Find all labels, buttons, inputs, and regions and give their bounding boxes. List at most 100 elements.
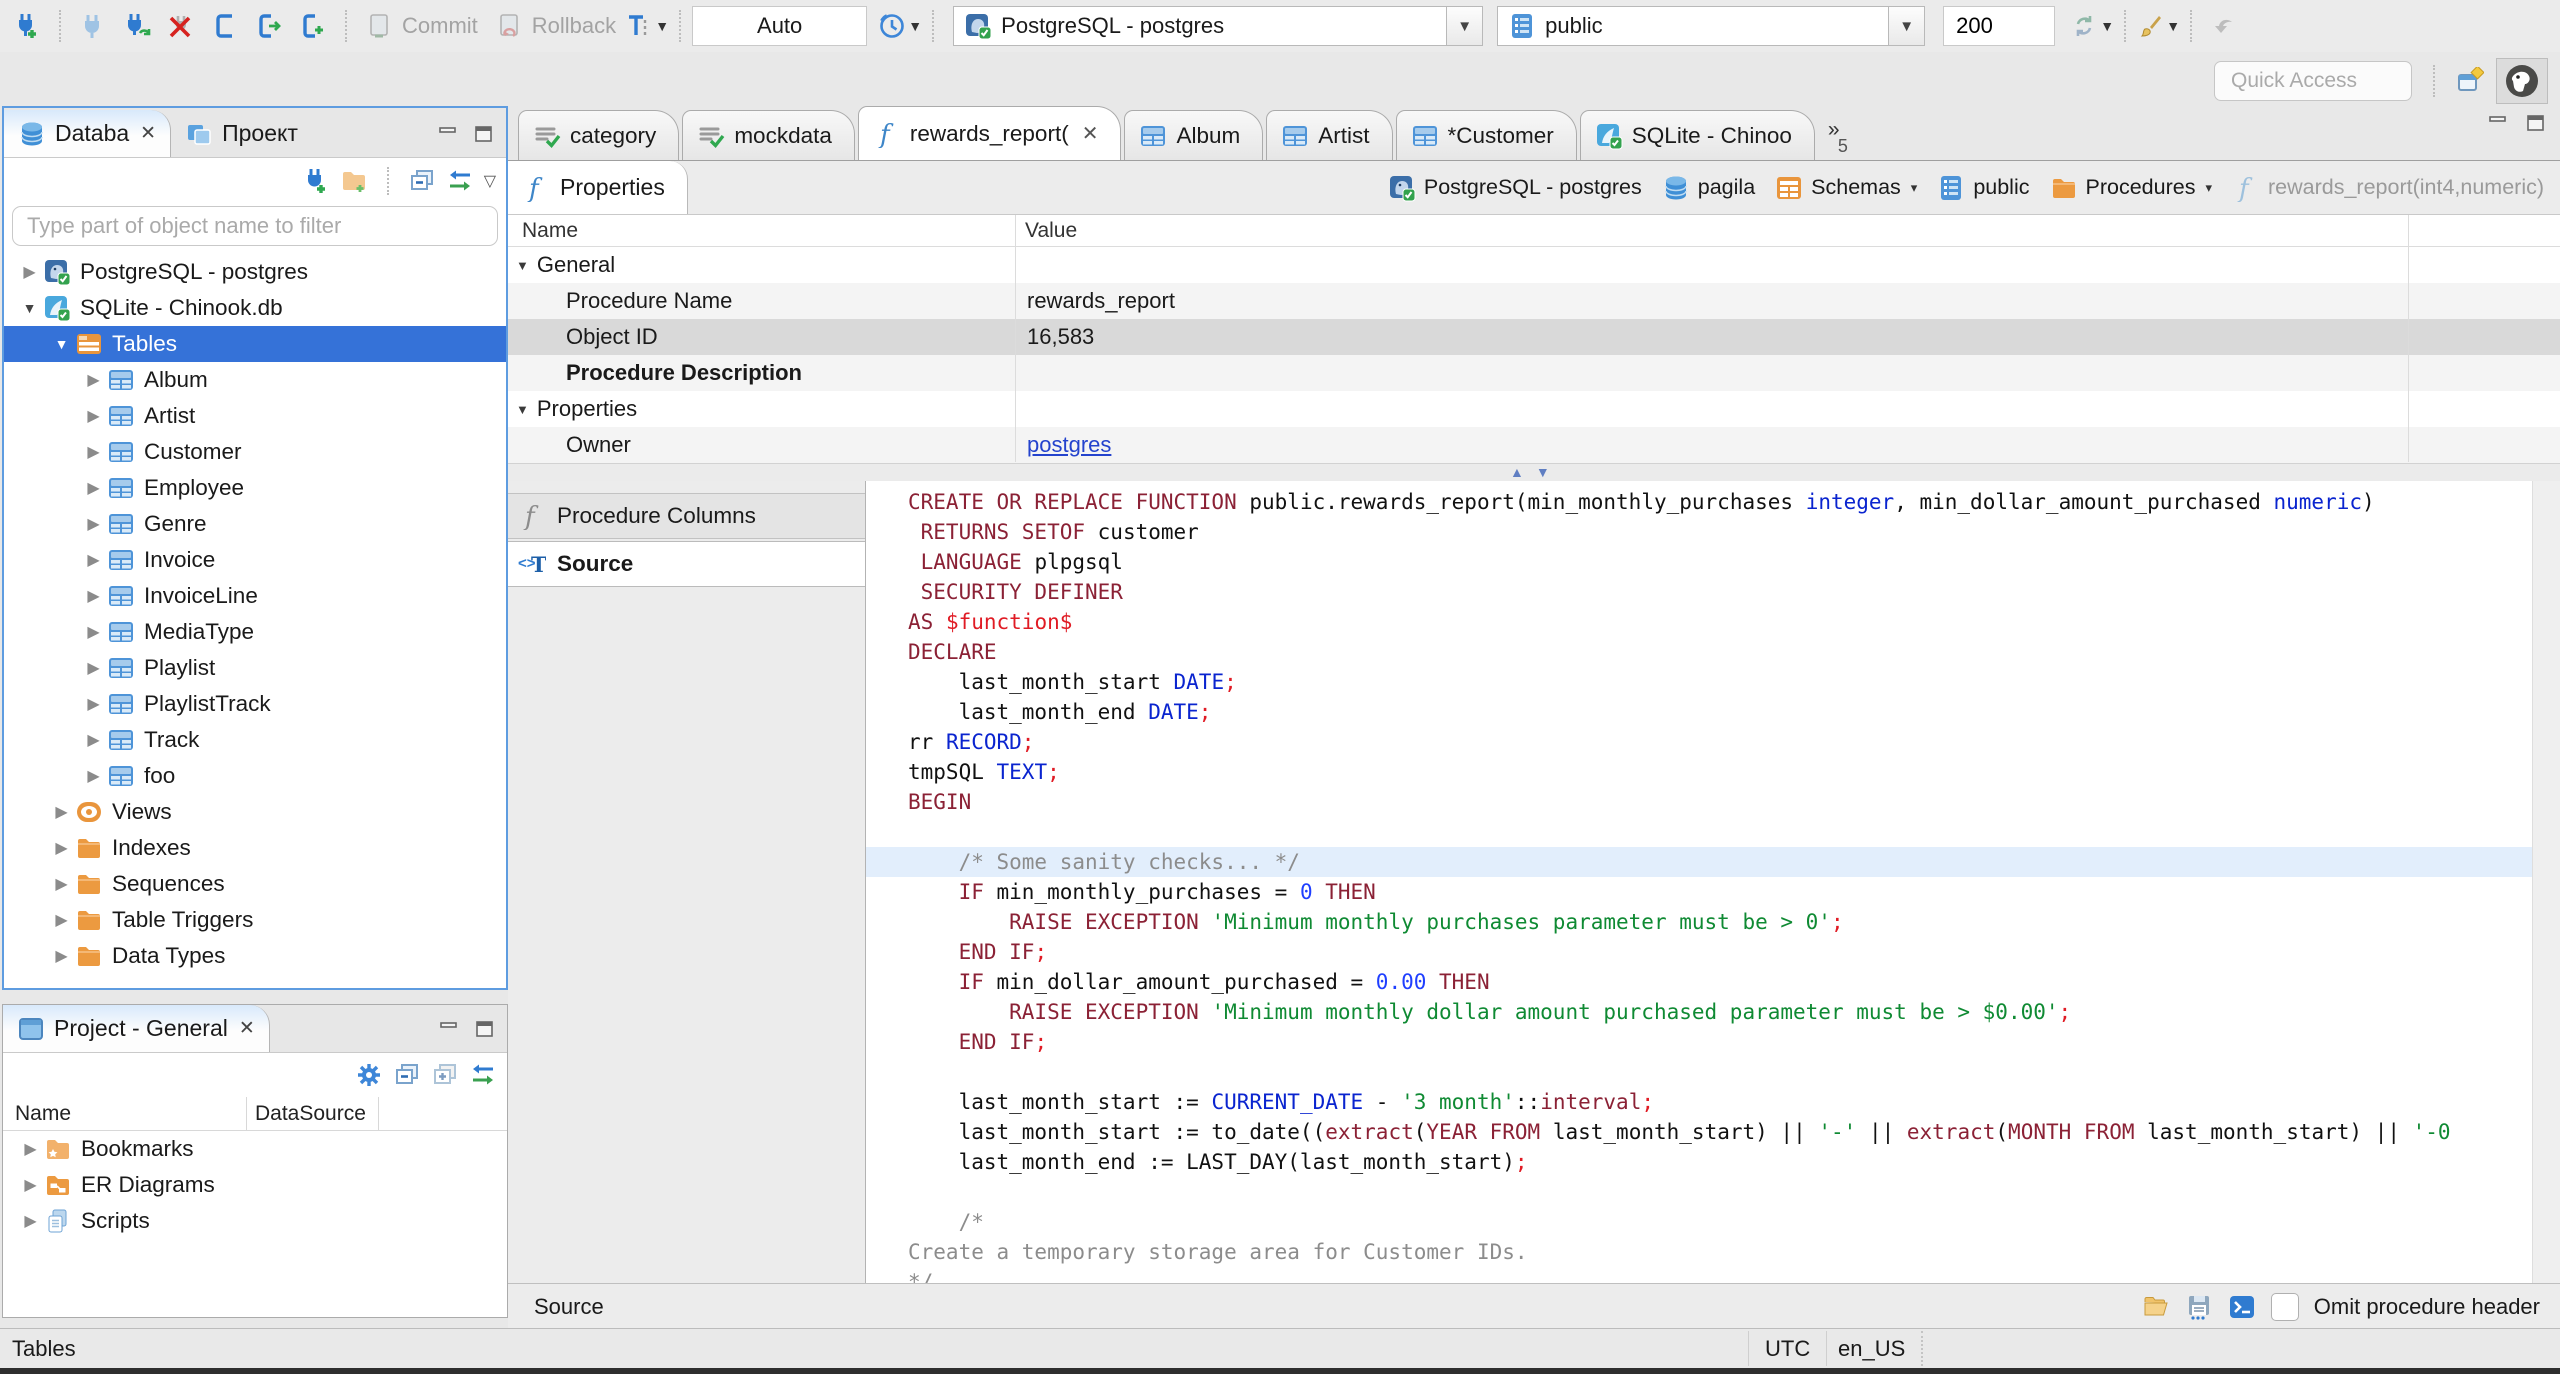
txn-mode-select[interactable]: Auto bbox=[692, 6, 868, 46]
chevron-collapsed-icon[interactable]: ▶ bbox=[80, 478, 107, 498]
rollback-button[interactable] bbox=[488, 5, 530, 47]
collapse-all-icon[interactable] bbox=[408, 167, 436, 195]
link-with-editor-icon[interactable] bbox=[446, 167, 474, 195]
project-item-er-diagrams[interactable]: ▶ ER Diagrams bbox=[3, 1167, 507, 1203]
disconnect-button[interactable] bbox=[160, 5, 202, 47]
subtab-source[interactable]: <> T Source bbox=[508, 541, 865, 587]
console-icon[interactable] bbox=[2228, 1293, 2256, 1321]
object-filter-field[interactable] bbox=[12, 206, 498, 246]
tree-item-playlisttrack[interactable]: ▶ PlaylistTrack bbox=[4, 686, 506, 722]
breadcrumb-item-rewards-report-int4-numeric[interactable]: f rewards_report(int4,numeric) bbox=[2232, 174, 2544, 202]
minimize-view-icon[interactable] bbox=[436, 123, 460, 147]
new-folder-icon[interactable] bbox=[340, 167, 368, 195]
chevron-expanded-icon[interactable]: ▼ bbox=[48, 336, 75, 352]
undo-button[interactable] bbox=[2203, 5, 2245, 47]
view-menu-icon[interactable]: ▽ bbox=[484, 171, 496, 191]
tree-item-invoiceline[interactable]: ▶ InvoiceLine bbox=[4, 578, 506, 614]
fetch-size-field[interactable] bbox=[1943, 6, 2056, 46]
quick-access-input[interactable] bbox=[2215, 69, 2411, 93]
tree-item-album[interactable]: ▶ Album bbox=[4, 362, 506, 398]
combo-arrow-icon[interactable]: ▼ bbox=[1446, 7, 1483, 45]
chevron-collapsed-icon[interactable]: ▶ bbox=[48, 802, 75, 822]
chevron-expanded-icon[interactable]: ▼ bbox=[516, 258, 529, 273]
open-file-icon[interactable] bbox=[2142, 1293, 2170, 1321]
format-button[interactable]: ▼ bbox=[2137, 5, 2180, 47]
chevron-expanded-icon[interactable]: ▼ bbox=[16, 300, 43, 316]
history-button[interactable]: ▼ bbox=[879, 5, 922, 47]
tree-item-artist[interactable]: ▶ Artist bbox=[4, 398, 506, 434]
tab-projects[interactable]: Проект bbox=[171, 110, 312, 157]
status-locale[interactable]: en_US bbox=[1822, 1331, 1924, 1366]
collapse-all-icon[interactable] bbox=[393, 1061, 421, 1089]
chevron-expanded-icon[interactable]: ▼ bbox=[516, 402, 529, 417]
dbeaver-perspective-button[interactable] bbox=[2496, 58, 2548, 104]
tab-project-general[interactable]: Project - General ✕ bbox=[3, 1005, 270, 1052]
chevron-down-icon[interactable]: ▾ bbox=[2205, 180, 2212, 196]
chevron-collapsed-icon[interactable]: ▶ bbox=[80, 730, 107, 750]
chevron-collapsed-icon[interactable]: ▶ bbox=[48, 946, 75, 966]
gear-icon[interactable] bbox=[355, 1061, 383, 1089]
tab-properties[interactable]: f Properties bbox=[508, 161, 688, 214]
breadcrumb-item-postgresql-postgres[interactable]: PostgreSQL - postgres bbox=[1388, 174, 1642, 202]
tree-item-playlist[interactable]: ▶ Playlist bbox=[4, 650, 506, 686]
editor-tab-customer[interactable]: *Customer bbox=[1395, 110, 1577, 160]
tree-item-mediatype[interactable]: ▶ MediaType bbox=[4, 614, 506, 650]
tree-item-invoice[interactable]: ▶ Invoice bbox=[4, 542, 506, 578]
chevron-collapsed-icon[interactable]: ▶ bbox=[80, 406, 107, 426]
tree-item-views[interactable]: ▶ Views bbox=[4, 794, 506, 830]
property-row-procedure-description[interactable]: Procedure Description bbox=[508, 355, 2560, 391]
tree-item-track[interactable]: ▶ Track bbox=[4, 722, 506, 758]
breadcrumb-item-schemas[interactable]: Schemas ▾ bbox=[1775, 174, 1917, 202]
editor-tab-category[interactable]: category bbox=[518, 110, 680, 160]
column-divider[interactable] bbox=[2408, 215, 2409, 462]
new-connection-icon[interactable] bbox=[302, 167, 330, 195]
chevron-collapsed-icon[interactable]: ▶ bbox=[80, 586, 107, 606]
reconnect-button[interactable] bbox=[116, 5, 158, 47]
column-header-datasource[interactable]: DataSource bbox=[247, 1097, 379, 1130]
close-tab-icon[interactable]: ✕ bbox=[1082, 121, 1099, 146]
editor-tab-rewards-report[interactable]: f rewards_report(✕ bbox=[857, 106, 1122, 160]
splitter[interactable]: ▲ ▼ bbox=[508, 463, 2560, 481]
chevron-down-icon[interactable]: ▾ bbox=[1911, 180, 1918, 196]
minimize-view-icon[interactable] bbox=[2486, 112, 2510, 136]
grid-column-value[interactable]: Value bbox=[1015, 219, 1077, 243]
close-tab-icon[interactable]: ✕ bbox=[239, 1017, 255, 1040]
connection-combo[interactable]: PostgreSQL - postgres ▼ bbox=[953, 6, 1484, 46]
property-row-general[interactable]: ▼ General bbox=[508, 247, 2560, 283]
chevron-collapsed-icon[interactable]: ▶ bbox=[17, 1139, 44, 1159]
chevron-collapsed-icon[interactable]: ▶ bbox=[16, 262, 43, 282]
tab-overflow-indicator[interactable]: » 5 bbox=[1828, 119, 1848, 160]
splitter-up-icon[interactable]: ▲ bbox=[1510, 464, 1524, 480]
object-filter-input[interactable] bbox=[13, 213, 497, 239]
chevron-collapsed-icon[interactable]: ▶ bbox=[48, 838, 75, 858]
project-item-bookmarks[interactable]: ▶ Bookmarks bbox=[3, 1131, 507, 1167]
chevron-collapsed-icon[interactable]: ▶ bbox=[80, 694, 107, 714]
property-row-properties[interactable]: ▼ Properties bbox=[508, 391, 2560, 427]
column-divider[interactable] bbox=[1015, 215, 1016, 462]
editor-scrollbar[interactable] bbox=[2532, 481, 2560, 1283]
breadcrumb-item-pagila[interactable]: pagila bbox=[1662, 174, 1755, 202]
quick-access-field[interactable] bbox=[2214, 61, 2412, 101]
maximize-view-icon[interactable] bbox=[473, 1018, 497, 1042]
chevron-collapsed-icon[interactable]: ▶ bbox=[80, 514, 107, 534]
connect-button[interactable] bbox=[72, 5, 114, 47]
expand-all-icon[interactable] bbox=[431, 1061, 459, 1089]
property-row-procedure-name[interactable]: Procedure Name rewards_report bbox=[508, 283, 2560, 319]
new-sql-editor-button[interactable] bbox=[292, 5, 334, 47]
property-row-owner[interactable]: Owner postgres bbox=[508, 427, 2560, 463]
chevron-collapsed-icon[interactable]: ▶ bbox=[80, 442, 107, 462]
tree-item-data-types[interactable]: ▶ Data Types bbox=[4, 938, 506, 974]
chevron-collapsed-icon[interactable]: ▶ bbox=[17, 1175, 44, 1195]
status-timezone[interactable]: UTC bbox=[1748, 1331, 1828, 1366]
link-with-editor-icon[interactable] bbox=[469, 1061, 497, 1089]
tree-item-sqlite-chinook-db[interactable]: ▼ SQLite - Chinook.db bbox=[4, 290, 506, 326]
property-row-object-id[interactable]: Object ID 16,583 bbox=[508, 319, 2560, 355]
sql-editor-button[interactable] bbox=[248, 5, 290, 47]
tree-item-employee[interactable]: ▶ Employee bbox=[4, 470, 506, 506]
fetch-size-input[interactable] bbox=[1944, 7, 2055, 45]
project-item-scripts[interactable]: ▶ Scripts bbox=[3, 1203, 507, 1239]
combo-arrow-icon[interactable]: ▼ bbox=[1888, 7, 1925, 45]
source-code[interactable]: CREATE OR REPLACE FUNCTION public.reward… bbox=[866, 481, 2560, 1283]
tree-item-indexes[interactable]: ▶ Indexes bbox=[4, 830, 506, 866]
close-tab-icon[interactable]: ✕ bbox=[140, 122, 156, 145]
